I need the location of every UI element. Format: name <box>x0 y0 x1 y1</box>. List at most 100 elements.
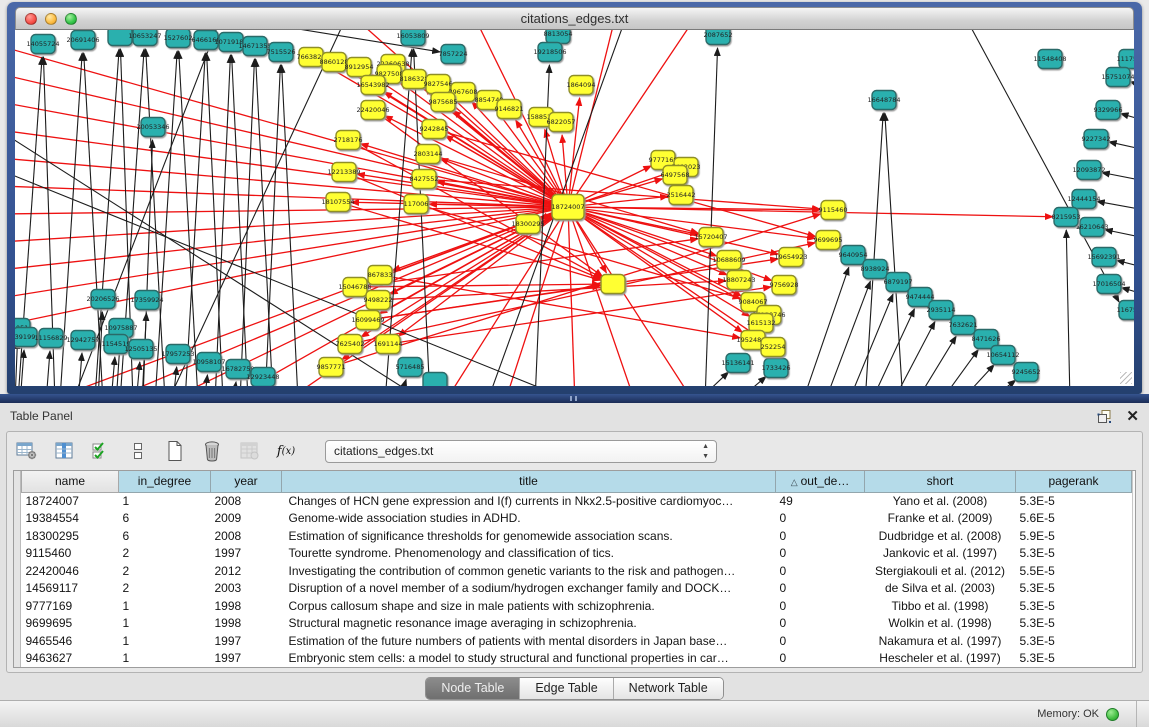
graph-node[interactable]: 6879197 <box>884 273 913 292</box>
graph-node[interactable]: 16099469 <box>351 311 384 330</box>
column-header-pagerank[interactable]: pagerank <box>1016 471 1132 492</box>
table-cell[interactable]: Embryonic stem cells: a model to study s… <box>282 650 776 668</box>
graph-node[interactable]: 18807243 <box>722 271 755 290</box>
table-cell[interactable]: 0 <box>776 650 865 668</box>
table-cell[interactable]: Stergiakouli et al. (2012) <box>865 562 1016 580</box>
table-cell[interactable]: 9465546 <box>22 632 119 650</box>
table-row[interactable]: 1872400712008Changes of HCN gene express… <box>22 492 1132 510</box>
table-cell[interactable]: Tibbo et al. (1998) <box>865 597 1016 615</box>
float-panel-icon[interactable] <box>1097 409 1112 424</box>
hub-node[interactable]: 18724007 <box>551 195 584 220</box>
graph-node[interactable]: 10653247 <box>128 30 161 46</box>
new-table-button[interactable] <box>163 439 187 463</box>
table-cell[interactable]: 1 <box>119 597 211 615</box>
split-pane-divider[interactable] <box>0 394 1149 403</box>
column-header-year[interactable]: year <box>211 471 282 492</box>
table-cell[interactable]: 5.6E-5 <box>1016 510 1132 528</box>
graph-node[interactable]: 867833 <box>368 266 393 285</box>
graph-node[interactable]: 1117504 <box>1117 50 1134 69</box>
table-cell[interactable]: Estimation of significance thresholds fo… <box>282 527 776 545</box>
delete-table-button[interactable] <box>200 439 224 463</box>
graph-node[interactable]: 20053346 <box>136 118 169 137</box>
table-cell[interactable]: 0 <box>776 615 865 633</box>
table-cell[interactable]: 1 <box>119 650 211 668</box>
graph-node[interactable]: 2935114 <box>927 301 956 320</box>
table-cell[interactable]: 2003 <box>211 580 282 598</box>
graph-node[interactable]: 9245652 <box>1012 363 1041 382</box>
table-row[interactable]: 969969511998Structural magnetic resonanc… <box>22 615 1132 633</box>
graph-node[interactable]: 9115460 <box>819 201 848 220</box>
graph-node[interactable]: 9227342 <box>1082 130 1111 149</box>
graph-node[interactable]: 8427552 <box>410 170 439 189</box>
column-header-title[interactable]: title <box>282 471 776 492</box>
table-cell[interactable]: 5.3E-5 <box>1016 615 1132 633</box>
table-cell[interactable]: 14569117 <box>22 580 119 598</box>
table-cell[interactable]: 9699695 <box>22 615 119 633</box>
graph-node[interactable]: 12093872 <box>1072 161 1105 180</box>
close-panel-icon[interactable]: ✕ <box>1126 409 1139 424</box>
table-cell[interactable]: 6 <box>119 527 211 545</box>
table-cell[interactable]: 1997 <box>211 545 282 563</box>
graph-node[interactable]: 20691406 <box>66 31 99 50</box>
graph-node[interactable]: 12942757 <box>66 331 99 350</box>
column-header-name[interactable]: name <box>22 471 119 492</box>
graph-node[interactable]: 7515526 <box>267 43 296 62</box>
table-cell[interactable]: 0 <box>776 597 865 615</box>
table-cell[interactable]: Hescheler et al. (1997) <box>865 650 1016 668</box>
table-cell[interactable]: 5.3E-5 <box>1016 597 1132 615</box>
graph-node[interactable]: 9329966 <box>1094 101 1123 120</box>
network-nodes[interactable]: 1405572420691406106532471527602646616010… <box>15 30 1134 386</box>
citation-network-graph[interactable]: 1405572420691406106532471527602646616010… <box>15 30 1134 386</box>
graph-node[interactable]: 16543982 <box>356 76 389 95</box>
table-cell[interactable]: 5.3E-5 <box>1016 545 1132 563</box>
scrollbar-thumb[interactable] <box>1135 473 1136 513</box>
table-row[interactable]: 1456911722003Disruption of a novel membe… <box>22 580 1132 598</box>
row-height-button[interactable] <box>126 439 150 463</box>
graph-node[interactable]: 16648784 <box>867 91 900 110</box>
table-cell[interactable]: Genome-wide association studies in ADHD. <box>282 510 776 528</box>
table-cell[interactable]: de Silva et al. (2003) <box>865 580 1016 598</box>
graph-node[interactable]: 17016504 <box>1092 275 1125 294</box>
import-table-button[interactable] <box>237 439 261 463</box>
graph-node[interactable]: 1691144 <box>374 335 403 354</box>
graph-node[interactable]: 1733426 <box>762 359 791 378</box>
table-cell[interactable]: 0 <box>776 527 865 545</box>
graph-node[interactable]: 2803144 <box>414 145 443 164</box>
graph-node[interactable]: 12444154 <box>1067 190 1100 209</box>
graph-node[interactable]: 7625402 <box>336 335 365 354</box>
table-cell[interactable]: 0 <box>776 510 865 528</box>
table-cell[interactable]: 1997 <box>211 650 282 668</box>
table-cell[interactable]: 2008 <box>211 527 282 545</box>
graph-node[interactable]: 10688609 <box>712 251 745 270</box>
graph-node[interactable]: 2087652 <box>704 30 733 45</box>
graph-node[interactable]: 17359924 <box>130 291 163 310</box>
table-cell[interactable]: Jankovic et al. (1997) <box>865 545 1016 563</box>
table-cell[interactable]: Wolkin et al. (1998) <box>865 615 1016 633</box>
tab-node-table[interactable]: Node Table <box>426 678 519 699</box>
table-cell[interactable]: 9463627 <box>22 650 119 668</box>
table-cell[interactable]: Dudbridge et al. (2008) <box>865 527 1016 545</box>
graph-node[interactable]: 9857771 <box>317 358 346 377</box>
table-cell[interactable]: 5.3E-5 <box>1016 650 1132 668</box>
graph-node[interactable]: 12213389 <box>327 163 360 182</box>
function-builder-button[interactable]: f(x) <box>274 439 298 463</box>
table-row[interactable]: 1830029562008Estimation of significance … <box>22 527 1132 545</box>
table-cell[interactable]: 1997 <box>211 632 282 650</box>
table-cell[interactable]: 2009 <box>211 510 282 528</box>
graph-node[interactable]: 12923448 <box>246 368 279 387</box>
graph-node[interactable]: 9699695 <box>814 231 843 250</box>
table-cell[interactable]: 0 <box>776 562 865 580</box>
graph-node[interactable] <box>601 275 625 294</box>
graph-node[interactable]: 18107554 <box>321 193 354 212</box>
table-cell[interactable]: 6 <box>119 510 211 528</box>
table-cell[interactable]: Tourette syndrome. Phenomenology and cla… <box>282 545 776 563</box>
table-cell[interactable]: 0 <box>776 580 865 598</box>
graph-node[interactable]: 252254 <box>761 338 786 357</box>
graph-node[interactable]: 16053809 <box>396 30 429 46</box>
graph-node[interactable]: 8215953 <box>1052 208 1081 227</box>
table-cell[interactable]: 2 <box>119 545 211 563</box>
table-row[interactable]: 977716911998Corpus callosum shape and si… <box>22 597 1132 615</box>
table-cell[interactable]: Nakamura et al. (1997) <box>865 632 1016 650</box>
graph-node[interactable]: 12505135 <box>124 340 157 359</box>
graph-node[interactable]: 9242845 <box>420 120 449 139</box>
